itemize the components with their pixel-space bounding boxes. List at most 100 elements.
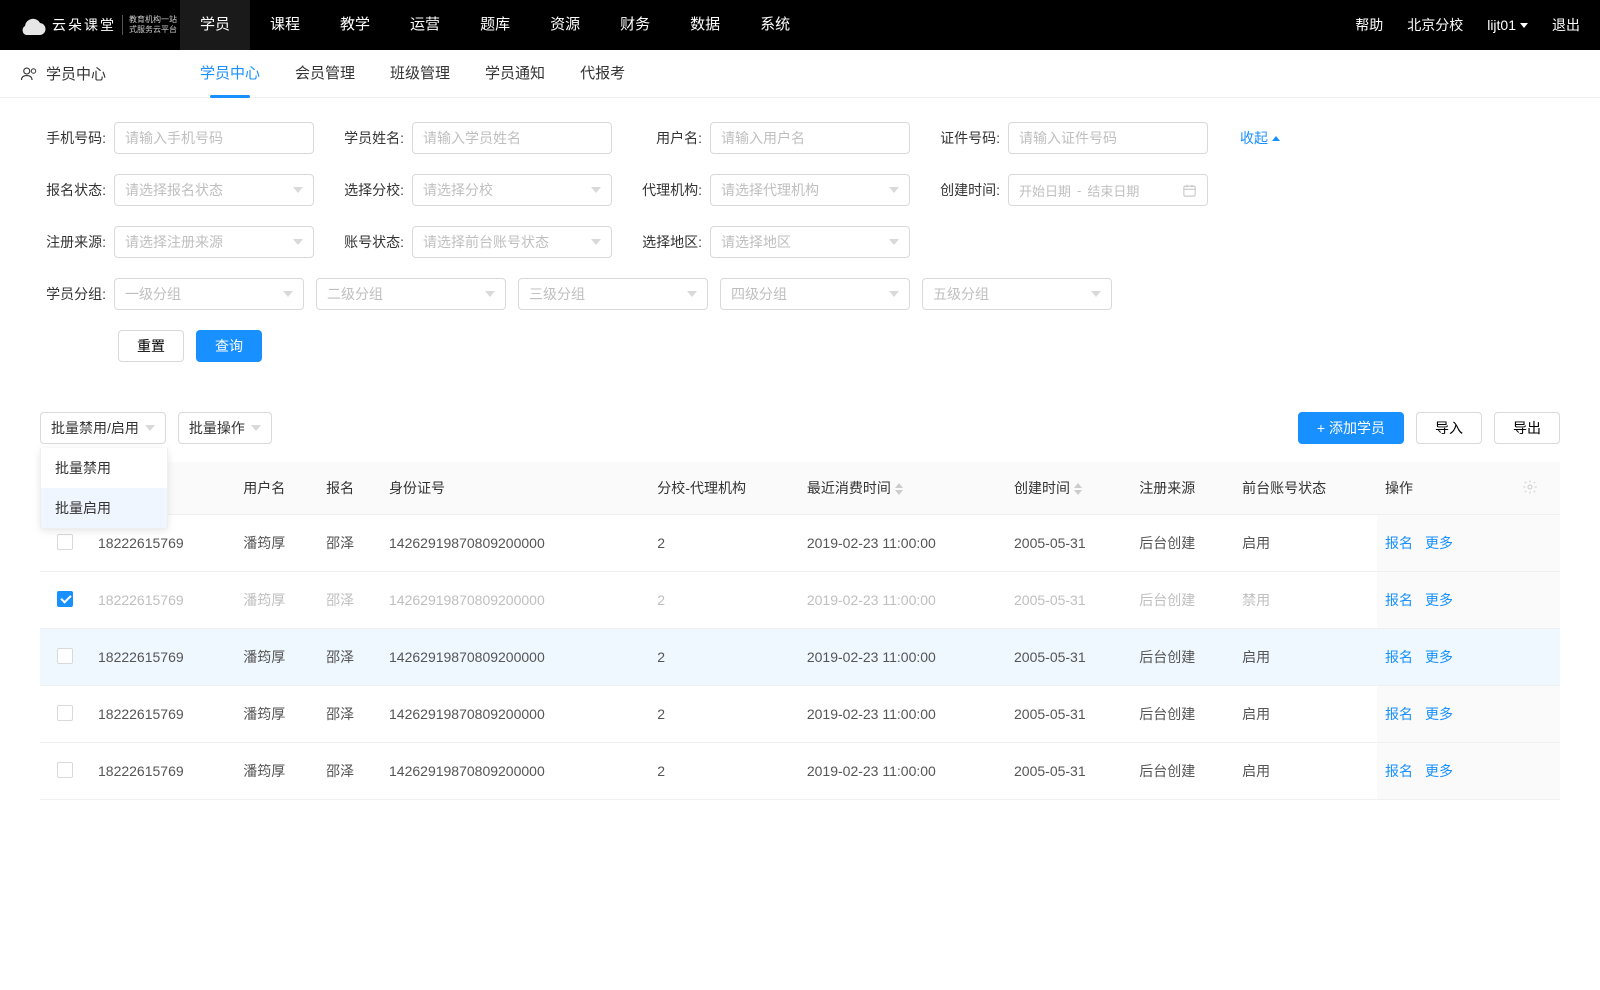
- logout-link[interactable]: 退出: [1552, 15, 1580, 35]
- op-link-more[interactable]: 更多: [1425, 763, 1453, 779]
- col-last-spend[interactable]: 最近消费时间: [799, 462, 1006, 515]
- batch-op-button[interactable]: 批量操作: [178, 412, 272, 444]
- group-level-select-0[interactable]: 一级分组: [114, 278, 304, 310]
- chevron-up-icon: [1272, 136, 1280, 141]
- cell-idnum: 14262919870809200000: [381, 686, 626, 743]
- cell-username: 潘筠厚: [235, 686, 318, 743]
- help-link[interactable]: 帮助: [1355, 15, 1383, 35]
- cell-created: 2005-05-31: [1006, 572, 1131, 629]
- op-link-more[interactable]: 更多: [1425, 649, 1453, 665]
- cell-created: 2005-05-31: [1006, 515, 1131, 572]
- top-nav-item-8[interactable]: 系统: [740, 0, 810, 50]
- idnum-input[interactable]: 请输入证件号码: [1008, 122, 1208, 154]
- cell-ops: 报名更多: [1377, 515, 1514, 572]
- sub-nav-tab-3[interactable]: 学员通知: [485, 62, 545, 85]
- chevron-down-icon: [293, 187, 303, 193]
- logo-tagline: 教育机构一站 式服务云平台: [122, 15, 177, 34]
- filter-idnum: 证件号码: 请输入证件号码: [934, 122, 1208, 154]
- col-source[interactable]: 注册来源: [1131, 462, 1234, 515]
- op-link-signup[interactable]: 报名: [1385, 706, 1413, 722]
- top-nav-item-6[interactable]: 财务: [600, 0, 670, 50]
- col-signup[interactable]: 报名: [318, 462, 381, 515]
- cell-username: 潘筠厚: [235, 743, 318, 800]
- cell-created: 2005-05-31: [1006, 629, 1131, 686]
- op-link-signup[interactable]: 报名: [1385, 592, 1413, 608]
- batch-toggle-dropdown[interactable]: 批量禁用批量启用: [40, 448, 168, 529]
- column-settings[interactable]: [1514, 462, 1560, 515]
- top-nav-item-7[interactable]: 数据: [670, 0, 740, 50]
- op-link-signup[interactable]: 报名: [1385, 649, 1413, 665]
- group-level-select-2[interactable]: 三级分组: [518, 278, 708, 310]
- name-input[interactable]: 请输入学员姓名: [412, 122, 612, 154]
- group-level-select-1[interactable]: 二级分组: [316, 278, 506, 310]
- region-select[interactable]: 请选择地区: [710, 226, 910, 258]
- sub-nav-tab-4[interactable]: 代报考: [580, 62, 625, 85]
- sort-icon: [895, 483, 903, 495]
- branch-link[interactable]: 北京分校: [1407, 15, 1463, 35]
- row-checkbox[interactable]: [57, 648, 73, 664]
- table-head: 用户名 报名 身份证号 分校-代理机构 最近消费时间 创建时间 注册来源 前台账…: [40, 462, 1560, 515]
- create-time-picker[interactable]: 开始日期 - 结束日期: [1008, 174, 1208, 206]
- top-nav-items: 学员课程教学运营题库资源财务数据系统: [180, 0, 1355, 50]
- col-username[interactable]: 用户名: [235, 462, 318, 515]
- reset-button[interactable]: 重置: [118, 330, 184, 362]
- branch-select[interactable]: 请选择分校: [412, 174, 612, 206]
- cell-created: 2005-05-31: [1006, 686, 1131, 743]
- op-link-signup[interactable]: 报名: [1385, 535, 1413, 551]
- top-nav-item-4[interactable]: 题库: [460, 0, 530, 50]
- cell-ops: 报名更多: [1377, 572, 1514, 629]
- user-menu[interactable]: lijt01: [1487, 17, 1528, 33]
- row-checkbox[interactable]: [57, 705, 73, 721]
- top-nav-item-2[interactable]: 教学: [320, 0, 390, 50]
- op-link-more[interactable]: 更多: [1425, 535, 1453, 551]
- top-nav-item-5[interactable]: 资源: [530, 0, 600, 50]
- row-checkbox[interactable]: [57, 591, 73, 607]
- top-nav-item-0[interactable]: 学员: [180, 0, 250, 50]
- cell-branch: 2: [649, 686, 799, 743]
- cell-ops: 报名更多: [1377, 686, 1514, 743]
- signup-status-select[interactable]: 请选择报名状态: [114, 174, 314, 206]
- col-branch[interactable]: 分校-代理机构: [649, 462, 799, 515]
- batch-toggle-button[interactable]: 批量禁用/启用: [40, 412, 166, 444]
- dropdown-item-0[interactable]: 批量禁用: [41, 448, 167, 488]
- username-input[interactable]: 请输入用户名: [710, 122, 910, 154]
- col-status[interactable]: 前台账号状态: [1234, 462, 1377, 515]
- agency-select[interactable]: 请选择代理机构: [710, 174, 910, 206]
- row-checkbox[interactable]: [57, 762, 73, 778]
- search-button[interactable]: 查询: [196, 330, 262, 362]
- filter-create-time: 创建时间: 开始日期 - 结束日期: [934, 174, 1208, 206]
- cell-ops: 报名更多: [1377, 743, 1514, 800]
- sub-nav: 学员中心 学员中心 会员管理 班级管理 学员通知 代报考: [0, 50, 1600, 98]
- import-button[interactable]: 导入: [1416, 412, 1482, 444]
- dropdown-item-1[interactable]: 批量启用: [41, 488, 167, 528]
- export-button[interactable]: 导出: [1494, 412, 1560, 444]
- phone-input[interactable]: 请输入手机号码: [114, 122, 314, 154]
- top-nav-item-1[interactable]: 课程: [250, 0, 320, 50]
- group-level-select-4[interactable]: 五级分组: [922, 278, 1112, 310]
- sub-nav-tab-1[interactable]: 会员管理: [295, 62, 355, 85]
- add-student-button[interactable]: + 添加学员: [1298, 412, 1404, 444]
- filter-group: 学员分组: 一级分组二级分组三级分组四级分组五级分组: [40, 278, 1112, 310]
- cell-branch: 2: [649, 743, 799, 800]
- top-nav-item-3[interactable]: 运营: [390, 0, 460, 50]
- row-checkbox[interactable]: [57, 534, 73, 550]
- group-level-select-3[interactable]: 四级分组: [720, 278, 910, 310]
- col-created[interactable]: 创建时间: [1006, 462, 1131, 515]
- caret-down-icon: [1520, 23, 1528, 28]
- breadcrumb: 学员中心: [20, 63, 200, 84]
- account-status-select[interactable]: 请选择前台账号状态: [412, 226, 612, 258]
- col-idnum[interactable]: 身份证号: [381, 462, 626, 515]
- sub-nav-tabs: 学员中心 会员管理 班级管理 学员通知 代报考: [200, 62, 625, 85]
- sub-nav-tab-2[interactable]: 班级管理: [390, 62, 450, 85]
- table-wrap: 用户名 报名 身份证号 分校-代理机构 最近消费时间 创建时间 注册来源 前台账…: [0, 462, 1600, 800]
- top-nav: 云朵课堂 教育机构一站 式服务云平台 学员课程教学运营题库资源财务数据系统 帮助…: [0, 0, 1600, 50]
- cell-signup: 邵泽: [318, 515, 381, 572]
- cloud-icon: [20, 15, 46, 35]
- reg-source-select[interactable]: 请选择注册来源: [114, 226, 314, 258]
- collapse-toggle[interactable]: 收起: [1240, 122, 1280, 154]
- op-link-more[interactable]: 更多: [1425, 706, 1453, 722]
- sub-nav-tab-0[interactable]: 学员中心: [200, 62, 260, 85]
- cell-last-spend: 2019-02-23 11:00:00: [799, 572, 1006, 629]
- op-link-signup[interactable]: 报名: [1385, 763, 1413, 779]
- op-link-more[interactable]: 更多: [1425, 592, 1453, 608]
